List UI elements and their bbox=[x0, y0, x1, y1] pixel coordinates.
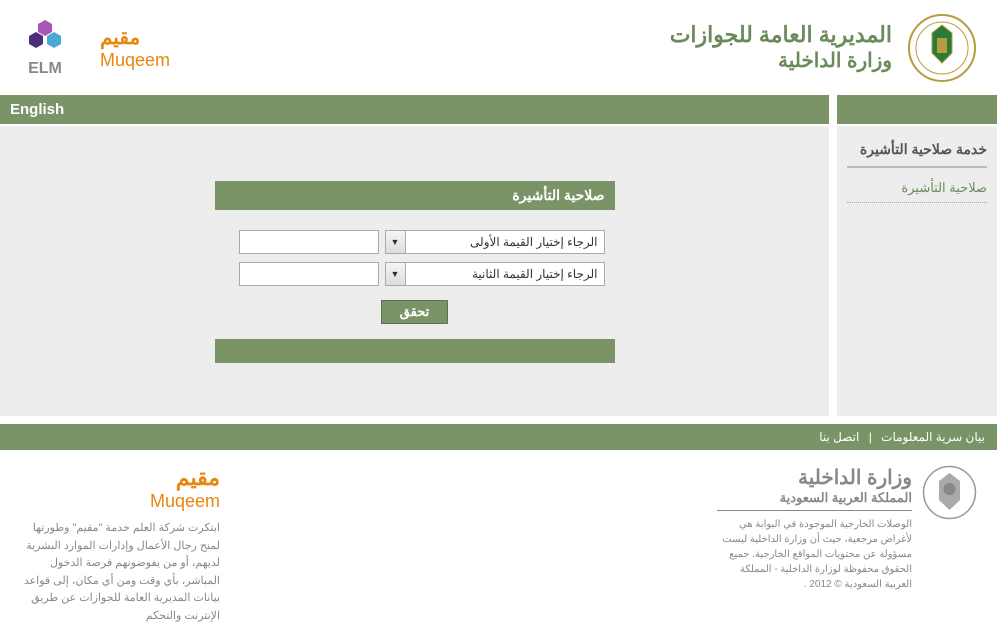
select1-text: الرجاء إختيار القيمة الأولى bbox=[386, 235, 604, 249]
form-row-2: ▼ الرجاء إختيار القيمة الثانية bbox=[225, 262, 605, 286]
elm-icon bbox=[20, 18, 70, 58]
content-main: صلاحية التأشيرة ▼ الرجاء إختيار القيمة ا… bbox=[0, 126, 829, 416]
header: ELM مقيم Muqeem المديرية العامة للجوازات… bbox=[0, 0, 997, 95]
footer-left: مقيم Muqeem ابتكرت شركة العلم خدمة "مقيم… bbox=[20, 465, 220, 626]
jawazat-text: المديرية العامة للجوازات وزارة الداخلية bbox=[670, 22, 892, 73]
separator: | bbox=[869, 430, 872, 444]
visa-validity-form: صلاحية التأشيرة ▼ الرجاء إختيار القيمة ا… bbox=[215, 181, 615, 416]
form-title: صلاحية التأشيرة bbox=[215, 181, 615, 210]
nav-side-spacer bbox=[837, 95, 997, 124]
moi-disclaimer: الوصلات الخارجية الموجودة في البوابة هي … bbox=[717, 517, 912, 592]
sidebar: خدمة صلاحية التأشيرة صلاحية التأشيرة bbox=[837, 126, 997, 416]
form-row-1: ▼ الرجاء إختيار القيمة الأولى bbox=[225, 230, 605, 254]
muqeem-en: Muqeem bbox=[100, 50, 170, 71]
footer-muqeem-en: Muqeem bbox=[20, 491, 220, 512]
language-switch[interactable]: English bbox=[0, 95, 829, 124]
value2-input[interactable] bbox=[239, 262, 379, 286]
select2-dropdown[interactable]: ▼ الرجاء إختيار القيمة الثانية bbox=[385, 262, 605, 286]
moi-emblem-icon bbox=[922, 465, 977, 520]
chevron-down-icon: ▼ bbox=[386, 231, 406, 253]
header-right: المديرية العامة للجوازات وزارة الداخلية bbox=[670, 13, 977, 83]
footer-contact-link[interactable]: اتصل بنا bbox=[819, 430, 859, 444]
chevron-down-icon: ▼ bbox=[386, 263, 406, 285]
moi-line1: وزارة الداخلية bbox=[717, 465, 912, 490]
form-footer-bar bbox=[215, 339, 615, 363]
footer-description: ابتكرت شركة العلم خدمة "مقيم" وطورتها لم… bbox=[20, 520, 220, 626]
muqeem-logo: مقيم Muqeem bbox=[100, 25, 170, 71]
jawazat-emblem-icon bbox=[907, 13, 977, 83]
sidebar-link-visa-validity[interactable]: صلاحية التأشيرة bbox=[847, 180, 987, 203]
footer-muqeem-ar: مقيم bbox=[20, 465, 220, 491]
footer-right: وزارة الداخلية المملكة العربية السعودية … bbox=[717, 465, 977, 626]
moi-text: وزارة الداخلية المملكة العربية السعودية … bbox=[717, 465, 912, 626]
form-body: ▼ الرجاء إختيار القيمة الأولى ▼ الرجاء إ… bbox=[215, 210, 615, 339]
header-left: ELM مقيم Muqeem bbox=[20, 18, 170, 78]
nav-row: English bbox=[0, 95, 997, 124]
value1-input[interactable] bbox=[239, 230, 379, 254]
sidebar-title: خدمة صلاحية التأشيرة bbox=[847, 141, 987, 168]
footer-content: مقيم Muqeem ابتكرت شركة العلم خدمة "مقيم… bbox=[0, 450, 997, 641]
footer-bar: بيان سرية المعلومات | اتصل بنا bbox=[0, 424, 997, 450]
muqeem-ar: مقيم bbox=[100, 25, 170, 50]
jawazat-line1: المديرية العامة للجوازات bbox=[670, 22, 892, 48]
jawazat-line2: وزارة الداخلية bbox=[670, 48, 892, 73]
elm-logo: ELM bbox=[20, 18, 70, 78]
select2-text: الرجاء إختيار القيمة الثانية bbox=[386, 267, 604, 281]
select1-dropdown[interactable]: ▼ الرجاء إختيار القيمة الأولى bbox=[385, 230, 605, 254]
moi-line2: المملكة العربية السعودية bbox=[717, 490, 912, 511]
footer-privacy-link[interactable]: بيان سرية المعلومات bbox=[881, 430, 985, 444]
elm-label: ELM bbox=[28, 60, 62, 78]
content-row: صلاحية التأشيرة ▼ الرجاء إختيار القيمة ا… bbox=[0, 126, 997, 416]
verify-button[interactable]: تحقق bbox=[381, 300, 448, 324]
